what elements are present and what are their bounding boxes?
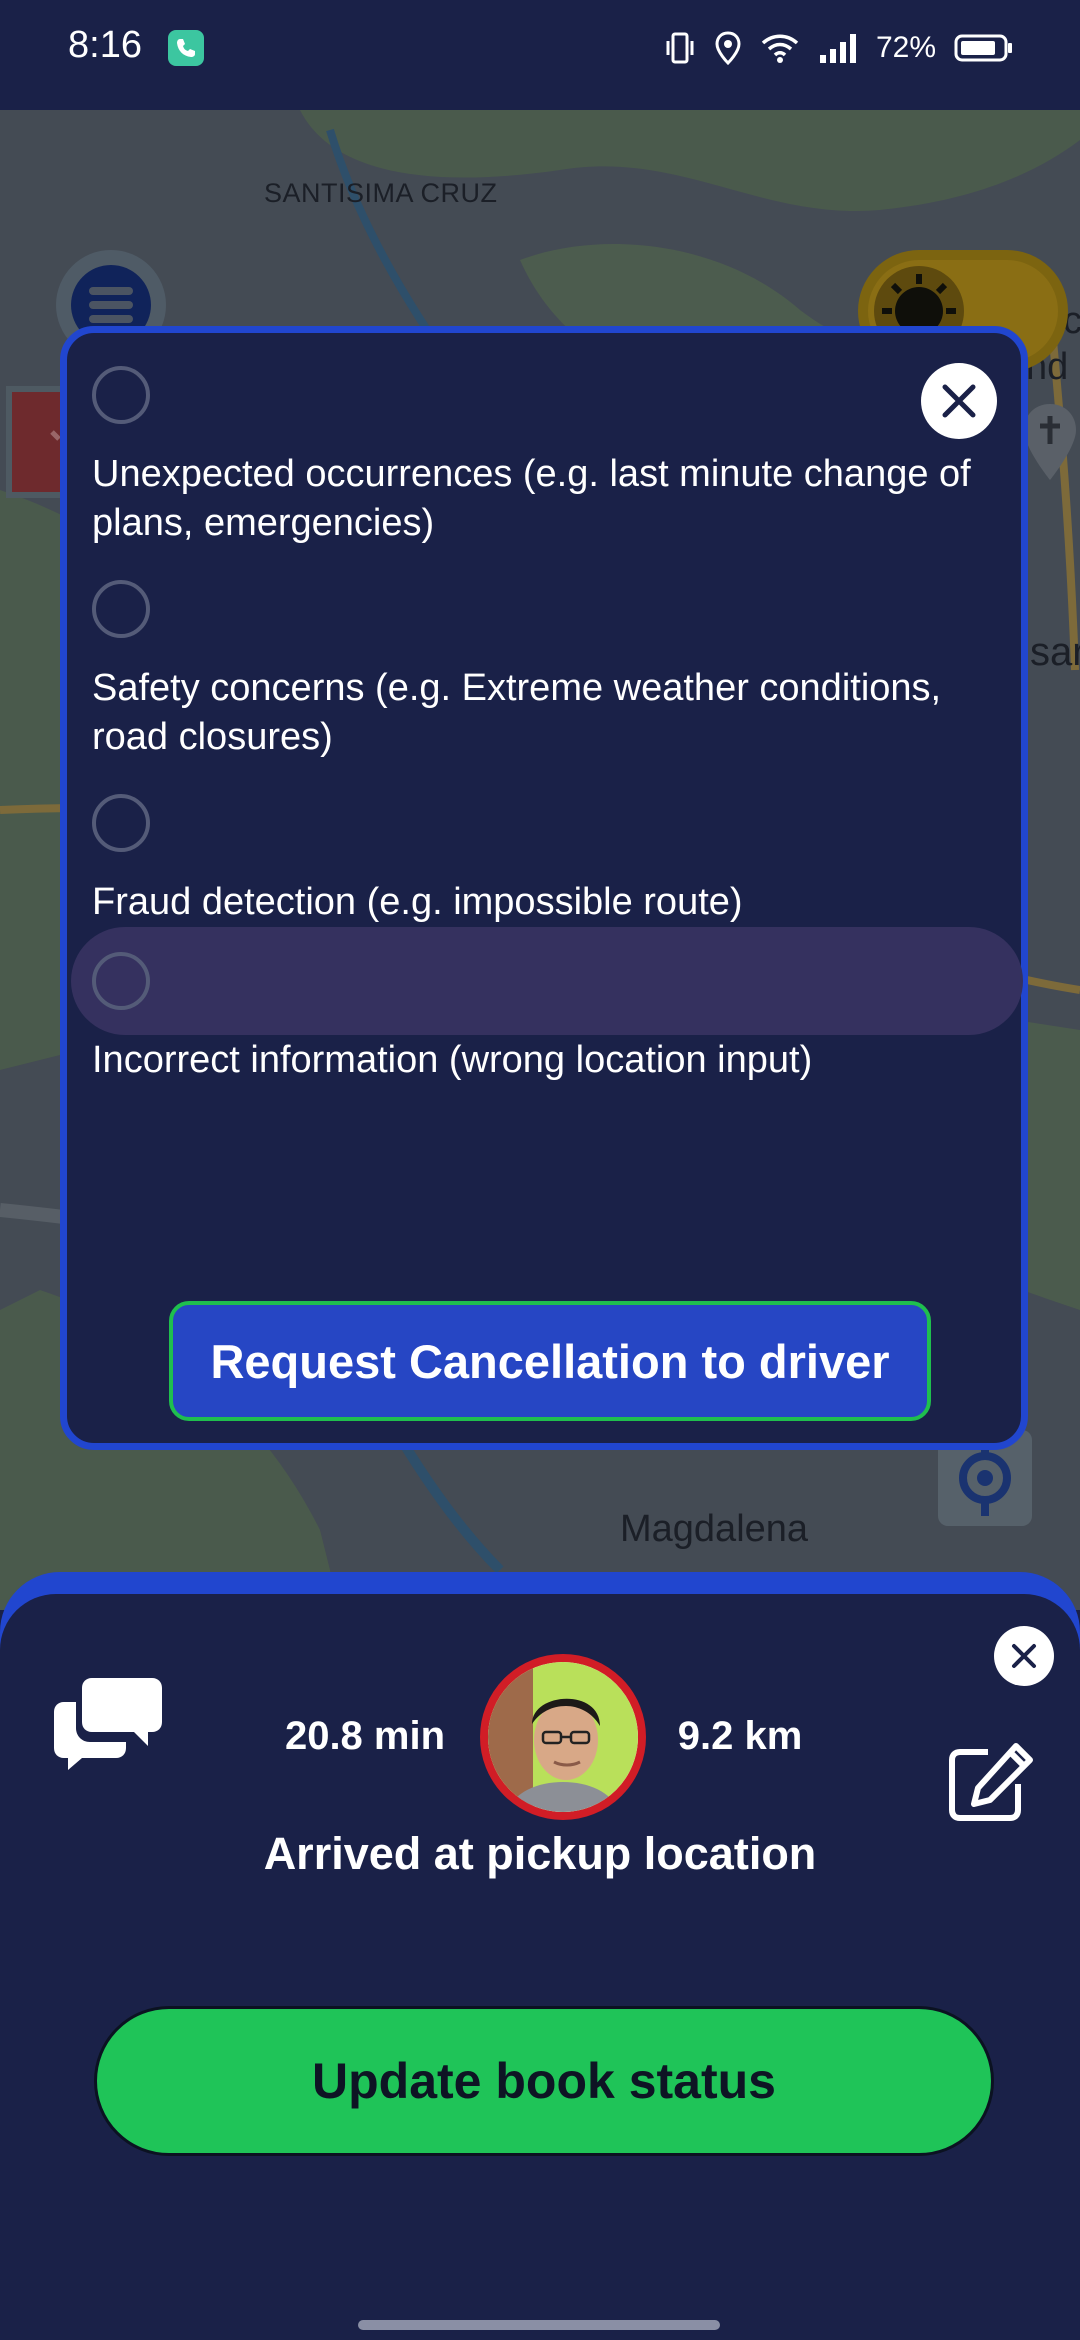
reason-label: Safety concerns (e.g. Extreme weather co… — [92, 667, 942, 758]
signal-icon — [819, 34, 856, 63]
map-label-magdalena: Magdalena — [620, 1508, 809, 1550]
battery-icon — [954, 34, 1012, 62]
status-bar: 8:16 72% — [0, 0, 1080, 110]
sheet-close-button[interactable] — [994, 1626, 1054, 1686]
distance-text: 9.2 km — [677, 1714, 803, 1758]
status-time: 8:16 — [68, 24, 142, 66]
church-pin-icon[interactable] — [1020, 402, 1080, 482]
cancellation-reason-modal: Unexpected occurrences (e.g. last minute… — [60, 326, 1028, 1450]
eta-text: 20.8 min — [284, 1714, 446, 1758]
reason-option-hit-area[interactable] — [71, 341, 1023, 449]
reason-option-hit-area[interactable] — [71, 927, 1023, 1035]
phone-call-icon — [168, 30, 204, 66]
status-icons: 72% — [664, 28, 1014, 68]
reason-option-hit-area[interactable] — [71, 769, 1023, 877]
reason-label: Incorrect information (wrong location in… — [92, 1039, 813, 1081]
map-label-santisima-cruz: SANTISIMA CRUZ — [264, 178, 498, 208]
chat-icon[interactable] — [52, 1672, 164, 1772]
radio-button[interactable] — [92, 794, 150, 852]
reason-option-hit-area[interactable] — [71, 555, 1023, 663]
trip-status-text: Arrived at pickup location — [263, 1828, 817, 1879]
battery-percentage: 72% — [875, 31, 936, 64]
driver-avatar[interactable] — [480, 1654, 646, 1820]
trip-bottom-sheet: 20.8 min 9.2 km Arrived at pickup locati… — [0, 1594, 1080, 2340]
update-book-status-button[interactable]: Update book status — [94, 2006, 994, 2156]
close-icon — [1012, 1644, 1036, 1668]
radio-button[interactable] — [92, 952, 150, 1010]
home-indicator[interactable] — [358, 2320, 720, 2330]
map-label-sar: sar — [1030, 630, 1080, 674]
request-cancellation-button[interactable]: Request Cancellation to driver — [169, 1301, 931, 1421]
edit-icon[interactable] — [948, 1742, 1034, 1822]
vibrate-icon — [666, 32, 694, 64]
radio-button[interactable] — [92, 366, 150, 424]
radio-button[interactable] — [92, 580, 150, 638]
reason-label: Unexpected occurrences (e.g. last minute… — [92, 453, 971, 544]
reason-label: Fraud detection (e.g. impossible route) — [92, 881, 743, 923]
wifi-icon — [761, 34, 799, 63]
location-icon — [715, 31, 741, 65]
